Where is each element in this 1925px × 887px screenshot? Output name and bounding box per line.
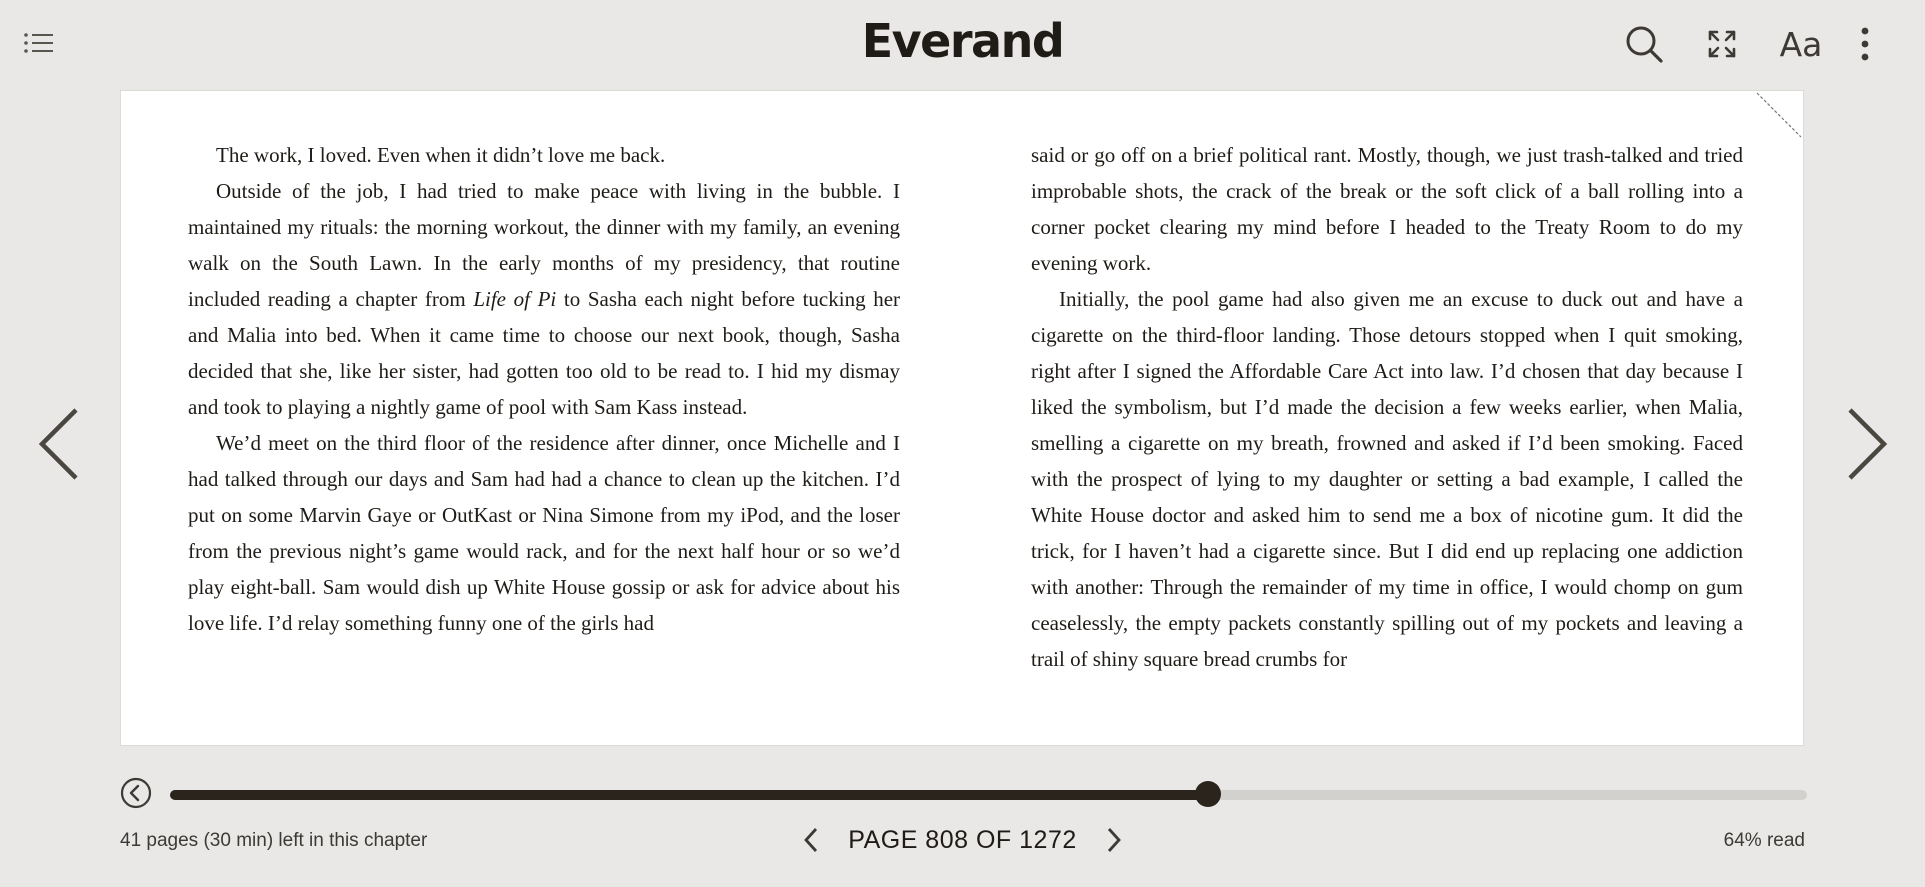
next-page-button[interactable] bbox=[1099, 822, 1129, 858]
chevron-left-icon bbox=[38, 408, 78, 480]
previous-page-button[interactable] bbox=[796, 822, 826, 858]
paragraph: Outside of the job, I had tried to make … bbox=[188, 179, 901, 419]
more-vertical-icon bbox=[1861, 27, 1869, 61]
paragraph: The work, I loved. Even when it didn’t l… bbox=[216, 143, 666, 167]
page-number-label: PAGE 808 OF 1272 bbox=[848, 825, 1077, 854]
book-page: The work, I loved. Even when it didn’t l… bbox=[120, 90, 1804, 746]
chevron-right-icon bbox=[1107, 828, 1121, 852]
paragraph: said or go off on a brief political rant… bbox=[1031, 143, 1743, 275]
font-settings-button[interactable]: Aa bbox=[1776, 22, 1826, 66]
page-navigator: PAGE 808 OF 1272 bbox=[0, 822, 1925, 858]
fullscreen-icon bbox=[1708, 30, 1736, 58]
reading-progress-slider[interactable] bbox=[170, 781, 1807, 807]
more-options-button[interactable] bbox=[1852, 22, 1878, 66]
previous-page-arrow[interactable] bbox=[36, 404, 86, 484]
paragraph: We’d meet on the third floor of the resi… bbox=[188, 431, 900, 635]
top-bar: Everand Aa bbox=[0, 0, 1925, 90]
next-page-arrow[interactable] bbox=[1840, 404, 1890, 484]
progress-handle[interactable] bbox=[1194, 781, 1221, 807]
percent-read-label: 64% read bbox=[1723, 830, 1805, 851]
chevron-right-icon bbox=[1848, 408, 1888, 480]
back-to-position-button[interactable] bbox=[120, 777, 152, 809]
chevron-left-icon bbox=[804, 828, 818, 852]
progress-fill bbox=[170, 790, 1208, 800]
back-circle-icon bbox=[120, 777, 152, 809]
left-column: The work, I loved. Even when it didn’t l… bbox=[188, 137, 900, 641]
right-column: said or go off on a brief political rant… bbox=[1031, 137, 1743, 677]
bookmark-corner-icon[interactable] bbox=[1755, 91, 1803, 139]
fullscreen-button[interactable] bbox=[1700, 22, 1744, 66]
paragraph: Initially, the pool game had also given … bbox=[1031, 287, 1743, 671]
search-button[interactable] bbox=[1622, 22, 1666, 66]
search-icon bbox=[1626, 26, 1663, 63]
book-title-italic: Life of Pi bbox=[473, 287, 557, 311]
